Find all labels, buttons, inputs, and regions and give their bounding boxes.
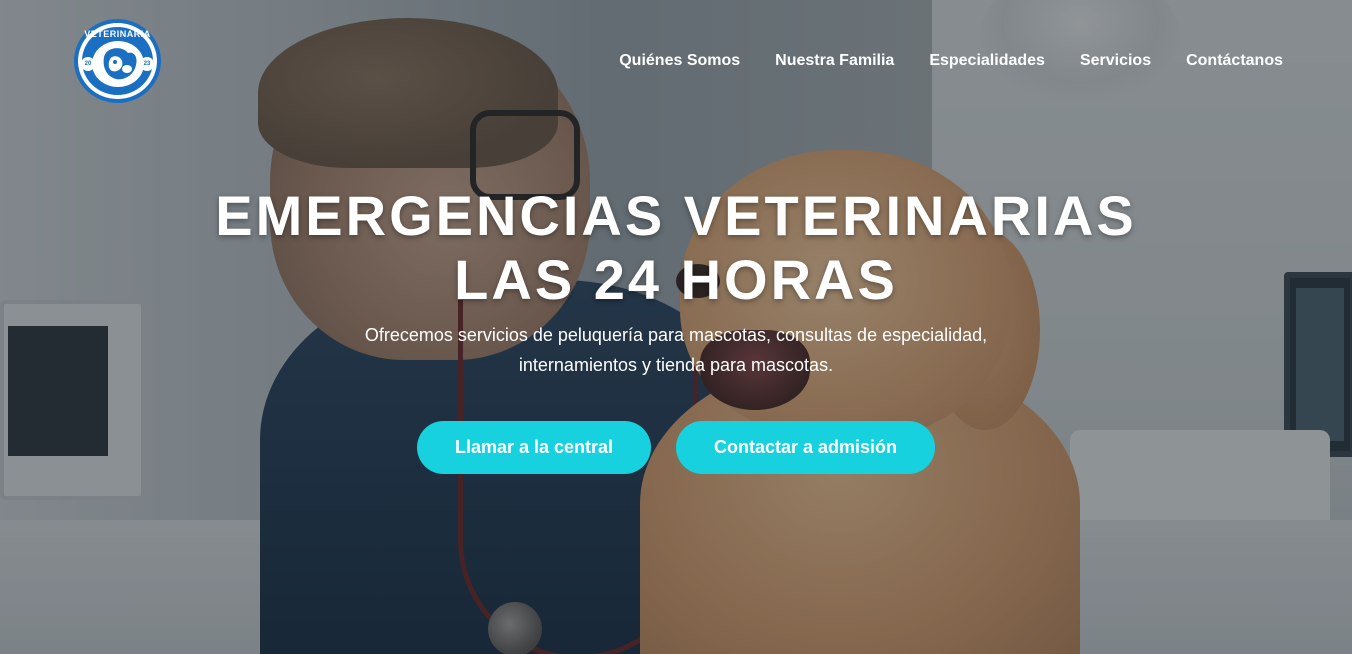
nav-servicios[interactable]: Servicios bbox=[1080, 52, 1151, 70]
hero-title: EMERGENCIAS VETERINARIAS LAS 24 HORAS bbox=[0, 184, 1352, 312]
hero-buttons: Llamar a la central Contactar a admisión bbox=[417, 421, 935, 474]
nav-nuestra-familia[interactable]: Nuestra Familia bbox=[775, 52, 894, 70]
contact-admission-button[interactable]: Contactar a admisión bbox=[676, 421, 935, 474]
nav-quienes-somos[interactable]: Quiénes Somos bbox=[619, 52, 740, 70]
call-central-button[interactable]: Llamar a la central bbox=[417, 421, 651, 474]
logo[interactable]: VETERINARIA 20 23 bbox=[74, 19, 161, 103]
logo-year-left: 20 bbox=[81, 57, 95, 71]
hero-subtitle: Ofrecemos servicios de peluquería para m… bbox=[364, 325, 988, 375]
main-nav: Quiénes Somos Nuestra Familia Especialid… bbox=[619, 52, 1283, 70]
logo-year-right: 23 bbox=[140, 57, 154, 71]
hero-title-line2: LAS 24 HORAS bbox=[454, 248, 898, 311]
hero-section: VETERINARIA 20 23 Quiénes Somos Nuestra … bbox=[0, 0, 1352, 654]
nav-contactanos[interactable]: Contáctanos bbox=[1186, 52, 1283, 70]
hero-title-line1: EMERGENCIAS VETERINARIAS bbox=[215, 184, 1137, 247]
logo-text: VETERINARIA bbox=[84, 29, 151, 39]
dog-logo-icon bbox=[103, 48, 137, 80]
nav-especialidades[interactable]: Especialidades bbox=[929, 52, 1045, 70]
